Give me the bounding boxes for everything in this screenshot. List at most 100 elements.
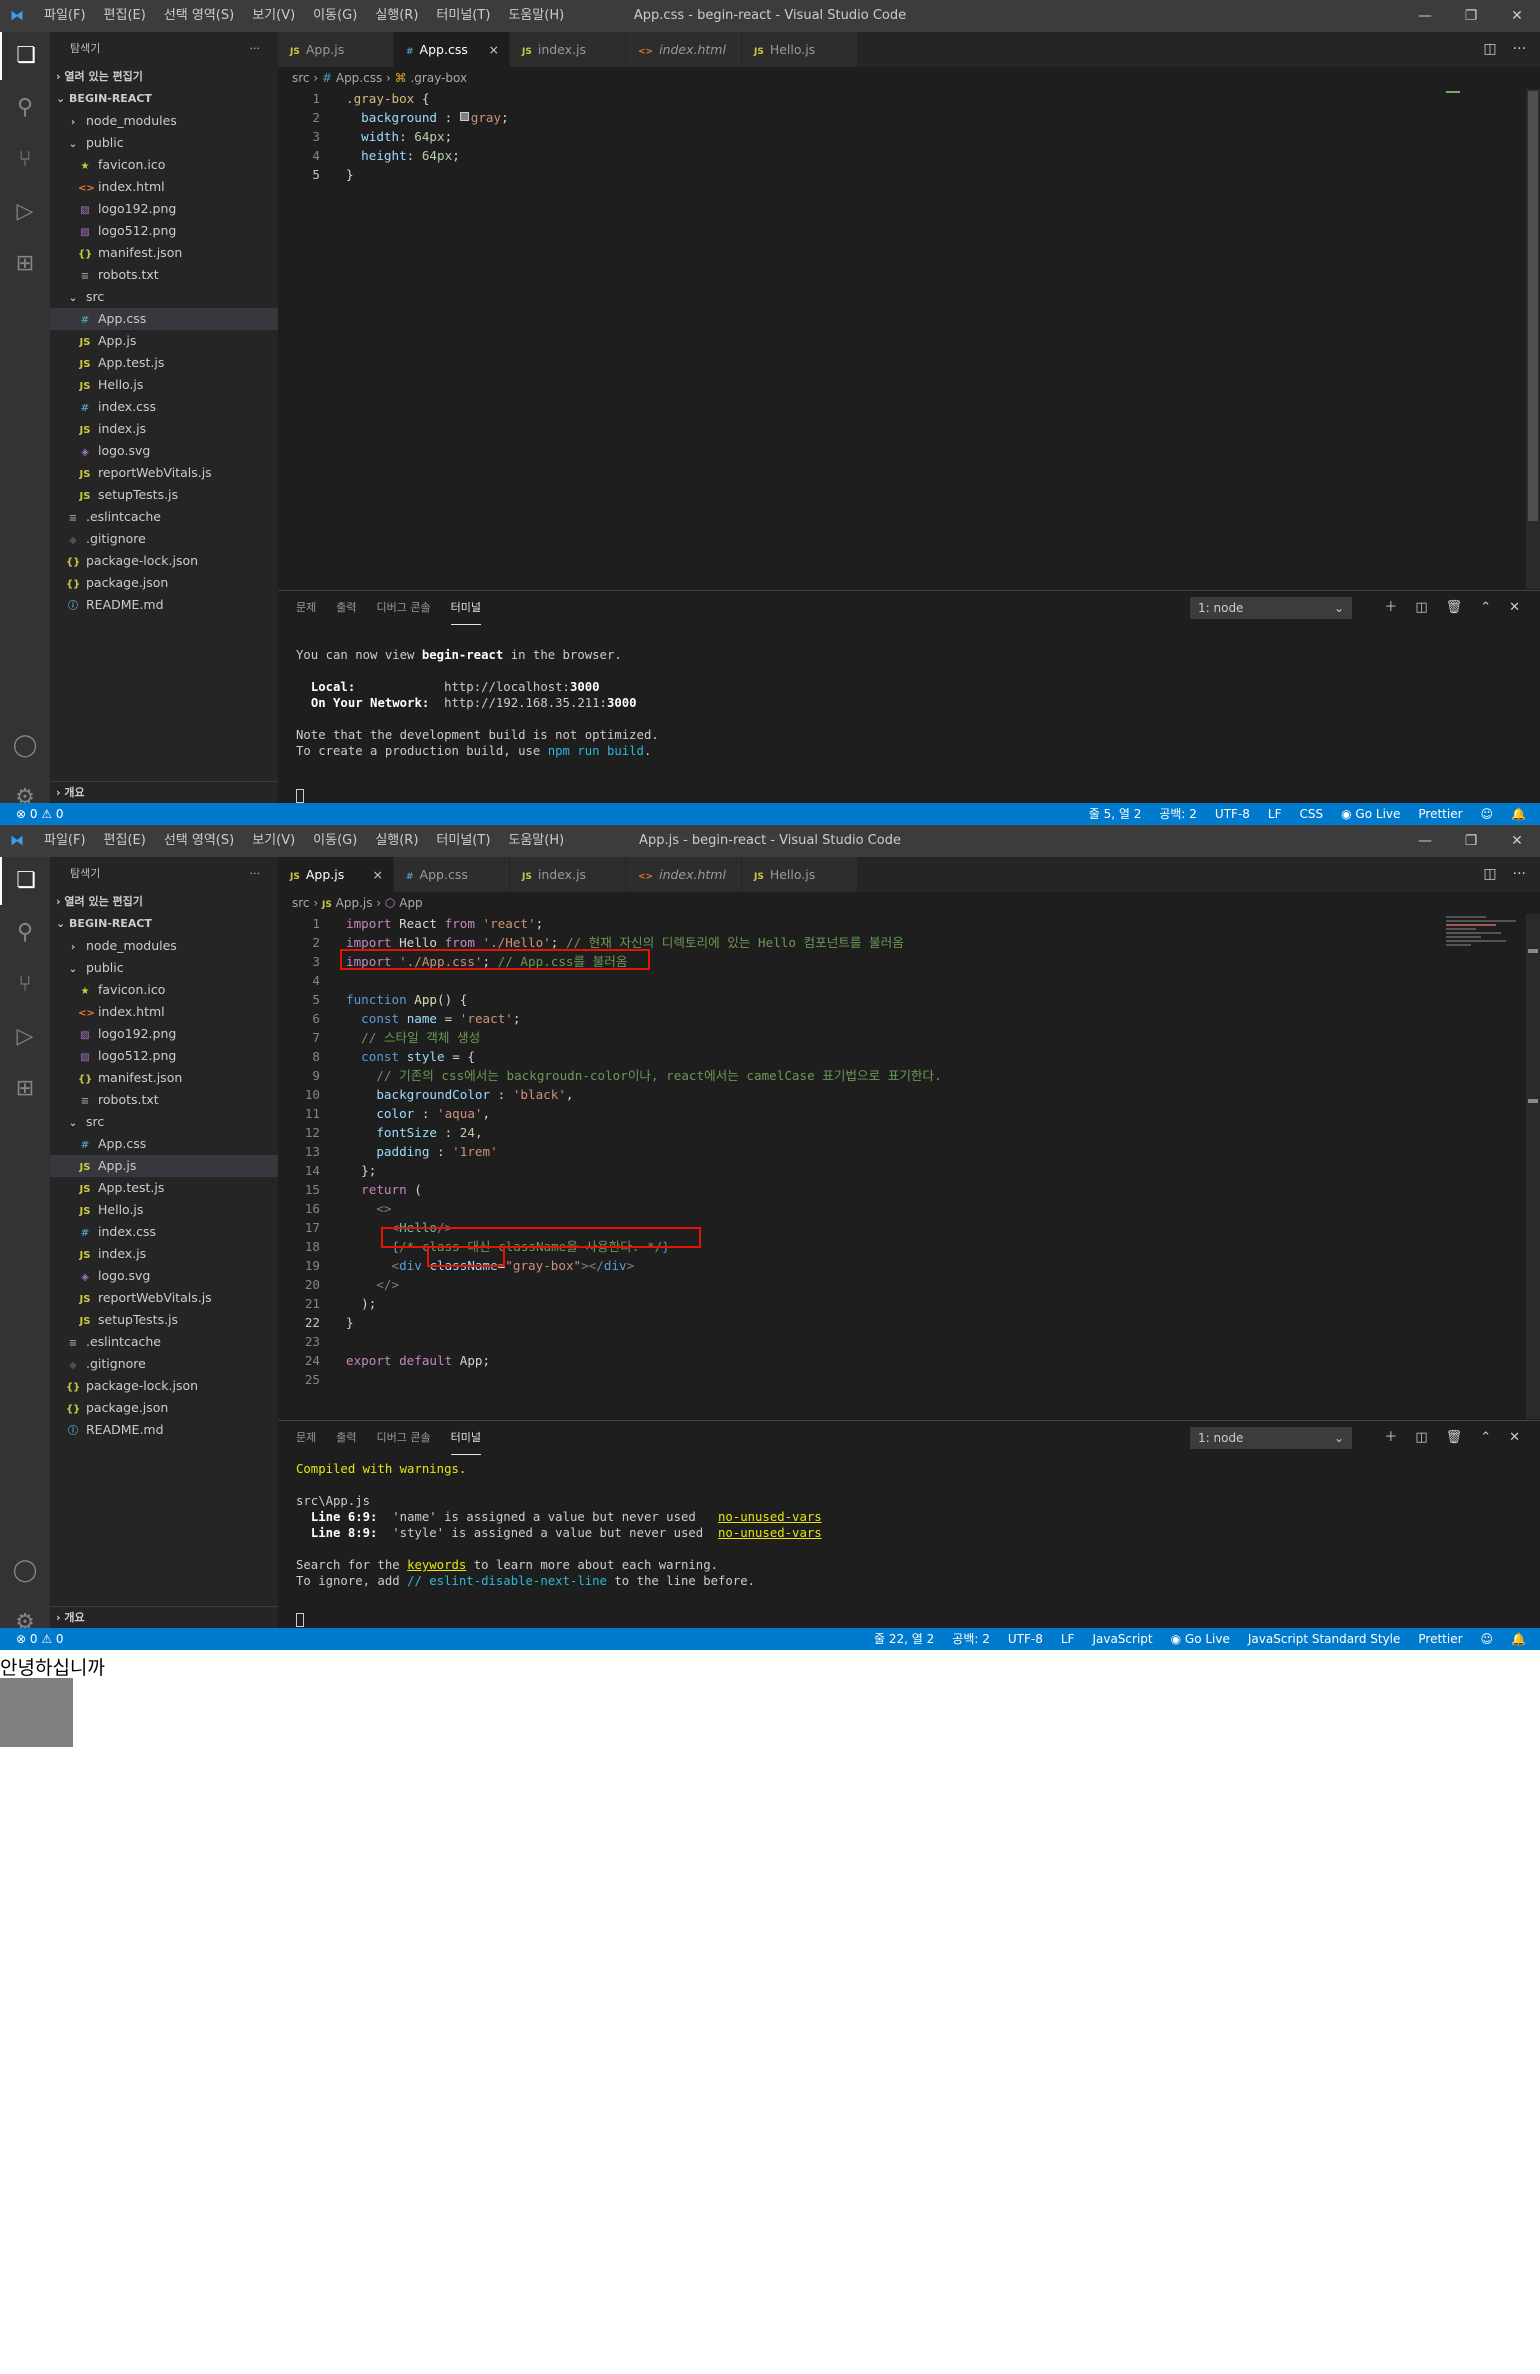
code-line[interactable]: 4 bbox=[278, 971, 1540, 990]
split-terminal-icon[interactable]: ◫ bbox=[1415, 591, 1427, 625]
maximize-panel-icon[interactable]: ⌃ bbox=[1480, 591, 1491, 625]
restore-icon[interactable]: ❐ bbox=[1448, 825, 1494, 857]
code-line[interactable]: 8 const style = { bbox=[278, 1047, 1540, 1066]
breadcrumb-folder[interactable]: src bbox=[292, 896, 310, 910]
tree-file[interactable]: <> index.html bbox=[50, 1001, 278, 1023]
close-panel-icon[interactable]: ✕ bbox=[1509, 1421, 1520, 1455]
tree-file[interactable]: ≡ .eslintcache bbox=[50, 506, 278, 528]
source-control-icon[interactable]: ⑂ bbox=[0, 961, 50, 1009]
close-tab-icon[interactable]: × bbox=[489, 32, 499, 67]
more-actions-icon[interactable]: ··· bbox=[250, 32, 261, 66]
code-line[interactable]: 12 fontSize : 24, bbox=[278, 1123, 1540, 1142]
tree-file[interactable]: ⓘ README.md bbox=[50, 1419, 278, 1441]
minimap[interactable] bbox=[1446, 914, 1526, 974]
cursor-position[interactable]: 줄 22, 열 2 bbox=[874, 1628, 934, 1650]
problems-status[interactable]: ⊗ 0 ⚠ 0 bbox=[16, 803, 64, 825]
breadcrumb-file[interactable]: App.css bbox=[336, 71, 382, 85]
terminal-select[interactable]: 1: node ⌄ bbox=[1190, 597, 1352, 619]
close-panel-icon[interactable]: ✕ bbox=[1509, 591, 1520, 625]
tab-app-js[interactable]: JS App.js bbox=[278, 32, 394, 67]
code-editor[interactable]: 1 import React from 'react'; 2 import Hello… bbox=[278, 914, 1540, 1419]
code-line[interactable]: 15 return ( bbox=[278, 1180, 1540, 1199]
menu-edit[interactable]: 편집(E) bbox=[104, 0, 146, 32]
tree-folder[interactable]: › node_modules bbox=[50, 935, 278, 957]
split-terminal-icon[interactable]: ◫ bbox=[1415, 1421, 1427, 1455]
code-line[interactable]: 5 function App() { bbox=[278, 990, 1540, 1009]
outline-section[interactable]: › 개요 bbox=[50, 1606, 278, 1628]
tree-file[interactable]: ▨ logo192.png bbox=[50, 198, 278, 220]
minimize-icon[interactable]: — bbox=[1402, 825, 1448, 857]
tree-file[interactable]: JS index.js bbox=[50, 1243, 278, 1265]
restore-icon[interactable]: ❐ bbox=[1448, 0, 1494, 32]
tab-problems[interactable]: 문제 bbox=[296, 1421, 316, 1455]
bell-icon[interactable]: 🔔 bbox=[1511, 1628, 1526, 1650]
menu-go[interactable]: 이동(G) bbox=[313, 0, 357, 32]
tree-file[interactable]: {} package.json bbox=[50, 1397, 278, 1419]
prettier-status[interactable]: Prettier bbox=[1418, 1628, 1462, 1650]
tab-debug-console[interactable]: 디버그 콘솔 bbox=[377, 591, 431, 625]
code-line[interactable]: 6 const name = 'react'; bbox=[278, 1009, 1540, 1028]
new-terminal-icon[interactable]: ＋ bbox=[1384, 591, 1397, 625]
code-line[interactable]: 18 {/* class 대신 className을 사용한다. */} bbox=[278, 1237, 1540, 1256]
code-line[interactable]: 10 backgroundColor : 'black', bbox=[278, 1085, 1540, 1104]
menu-view[interactable]: 보기(V) bbox=[252, 0, 295, 32]
maximize-panel-icon[interactable]: ⌃ bbox=[1480, 1421, 1491, 1455]
tab-app-js[interactable]: JS App.js × bbox=[278, 857, 394, 892]
split-editor-icon[interactable]: ◫ bbox=[1483, 857, 1496, 892]
tree-file[interactable]: # App.css bbox=[50, 308, 278, 330]
menu-file[interactable]: 파일(F) bbox=[44, 825, 86, 857]
indentation[interactable]: 공백: 2 bbox=[1159, 803, 1197, 825]
menu-view[interactable]: 보기(V) bbox=[252, 825, 295, 857]
tree-file[interactable]: JS index.js bbox=[50, 418, 278, 440]
breadcrumb-folder[interactable]: src bbox=[292, 71, 310, 85]
tree-file[interactable]: ◈ logo.svg bbox=[50, 1265, 278, 1287]
close-icon[interactable]: ✕ bbox=[1494, 0, 1540, 32]
menu-run[interactable]: 실행(R) bbox=[375, 0, 418, 32]
tab-index-js[interactable]: JS index.js bbox=[510, 857, 626, 892]
bell-icon[interactable]: 🔔 bbox=[1511, 803, 1526, 825]
code-line[interactable]: 21 ); bbox=[278, 1294, 1540, 1313]
tree-file[interactable]: JS Hello.js bbox=[50, 374, 278, 396]
project-section[interactable]: ⌄ BEGIN-REACT bbox=[50, 88, 278, 110]
search-icon[interactable]: ⚲ bbox=[0, 84, 50, 132]
code-line[interactable]: 11 color : 'aqua', bbox=[278, 1104, 1540, 1123]
tree-file[interactable]: # App.css bbox=[50, 1133, 278, 1155]
trash-icon[interactable]: 🗑 bbox=[1446, 591, 1463, 625]
terminal-output[interactable]: Compiled with warnings. src\App.js Line 6… bbox=[296, 1461, 822, 1621]
tree-file[interactable]: ◆ .gitignore bbox=[50, 528, 278, 550]
code-line[interactable]: 16 <> bbox=[278, 1199, 1540, 1218]
breadcrumb-file[interactable]: App.js bbox=[336, 896, 373, 910]
code-line[interactable]: 14 }; bbox=[278, 1161, 1540, 1180]
indentation[interactable]: 공백: 2 bbox=[952, 1628, 990, 1650]
tab-index-js[interactable]: JS index.js bbox=[510, 32, 626, 67]
tree-file[interactable]: {} manifest.json bbox=[50, 242, 278, 264]
tree-file[interactable]: JS App.test.js bbox=[50, 352, 278, 374]
code-line[interactable]: 24 export default App; bbox=[278, 1351, 1540, 1370]
tab-hello-js[interactable]: JS Hello.js bbox=[742, 857, 858, 892]
outline-section[interactable]: › 개요 bbox=[50, 781, 278, 803]
encoding[interactable]: UTF-8 bbox=[1008, 1628, 1043, 1650]
project-section[interactable]: ⌄ BEGIN-REACT bbox=[50, 913, 278, 935]
menu-terminal[interactable]: 터미널(T) bbox=[436, 825, 490, 857]
encoding[interactable]: UTF-8 bbox=[1215, 803, 1250, 825]
tab-output[interactable]: 출력 bbox=[336, 591, 356, 625]
open-editors-section[interactable]: › 열려 있는 편집기 bbox=[50, 891, 278, 913]
terminal-output[interactable]: You can now view begin-react in the brow… bbox=[296, 631, 659, 775]
menu-file[interactable]: 파일(F) bbox=[44, 0, 86, 32]
tree-file[interactable]: ⓘ README.md bbox=[50, 594, 278, 616]
cursor-position[interactable]: 줄 5, 열 2 bbox=[1089, 803, 1142, 825]
code-line[interactable]: 2 import Hello from './Hello'; // 현재 자신의 … bbox=[278, 933, 1540, 952]
search-icon[interactable]: ⚲ bbox=[0, 909, 50, 957]
more-actions-icon[interactable]: ··· bbox=[1513, 32, 1526, 67]
tab-app-css[interactable]: # App.css × bbox=[394, 32, 510, 67]
feedback-icon[interactable]: ☺ bbox=[1481, 803, 1494, 825]
tree-file[interactable]: ★ favicon.ico bbox=[50, 154, 278, 176]
tree-file[interactable]: JS App.test.js bbox=[50, 1177, 278, 1199]
account-icon[interactable]: ◯ bbox=[0, 1547, 50, 1595]
tree-file[interactable]: ◆ .gitignore bbox=[50, 1353, 278, 1375]
explorer-icon[interactable]: ❏ bbox=[0, 32, 50, 80]
tree-file[interactable]: ≡ robots.txt bbox=[50, 1089, 278, 1111]
prettier-status[interactable]: Prettier bbox=[1418, 803, 1462, 825]
new-terminal-icon[interactable]: ＋ bbox=[1384, 1421, 1397, 1455]
tree-file[interactable]: ★ favicon.ico bbox=[50, 979, 278, 1001]
